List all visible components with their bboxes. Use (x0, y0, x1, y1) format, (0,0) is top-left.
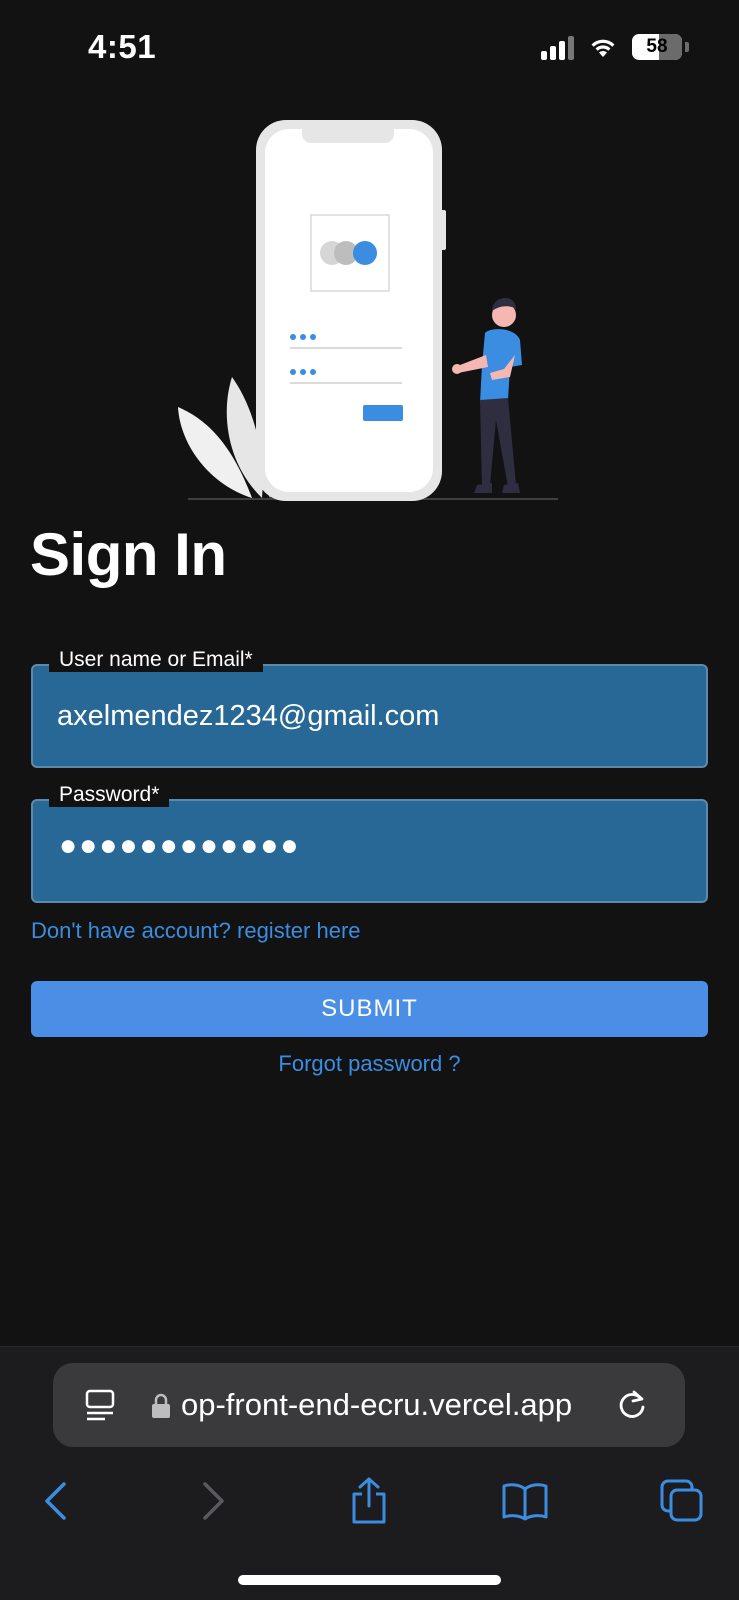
url-text: op-front-end-ecru.vercel.app (181, 1387, 573, 1422)
bookmarks-button[interactable] (495, 1471, 555, 1531)
forward-button[interactable] (184, 1471, 244, 1531)
reload-icon[interactable] (615, 1388, 649, 1422)
person-drawing (452, 297, 522, 493)
battery-icon: 58 (632, 34, 682, 60)
lock-icon (152, 1393, 170, 1418)
forgot-password-link[interactable]: Forgot password ? (0, 1051, 739, 1077)
cellular-signal-icon (541, 34, 574, 60)
share-button[interactable] (339, 1471, 399, 1531)
login-illustration (178, 120, 558, 501)
back-button[interactable] (25, 1471, 85, 1531)
share-icon (352, 1477, 386, 1524)
page-menu-icon[interactable] (85, 1389, 115, 1421)
password-input[interactable]: ●●●●●●●●●●●● (59, 829, 300, 863)
wifi-icon (591, 39, 615, 57)
email-label: User name or Email* (49, 648, 263, 672)
address-bar[interactable]: op-front-end-ecru.vercel.app (53, 1363, 685, 1447)
screen: 4:51 58 Sign In User name or Email* axel… (0, 0, 739, 1600)
battery-level: 58 (646, 36, 668, 57)
page-title: Sign In (30, 521, 227, 588)
password-label: Password* (49, 783, 170, 807)
status-time: 4:51 (88, 28, 157, 65)
home-indicator (238, 1575, 501, 1585)
register-link[interactable]: Don't have account? register here (31, 918, 361, 944)
tabs-icon (660, 1479, 703, 1522)
browser-nav-buttons (0, 1471, 739, 1531)
book-icon (502, 1483, 548, 1521)
tabs-button[interactable] (652, 1471, 712, 1531)
submit-button[interactable]: SUBMIT (31, 981, 708, 1037)
phone-drawing (256, 120, 446, 501)
email-field[interactable]: User name or Email* (31, 648, 708, 768)
status-icons: 58 (541, 34, 689, 60)
chevron-right-icon (203, 1482, 224, 1520)
password-field[interactable]: Password* ●●●●●●●●●●●● (31, 783, 708, 903)
battery-nub (685, 42, 689, 52)
chevron-left-icon (45, 1482, 66, 1520)
browser-toolbar: op-front-end-ecru.vercel.app (0, 1346, 739, 1600)
email-input[interactable] (57, 688, 686, 744)
